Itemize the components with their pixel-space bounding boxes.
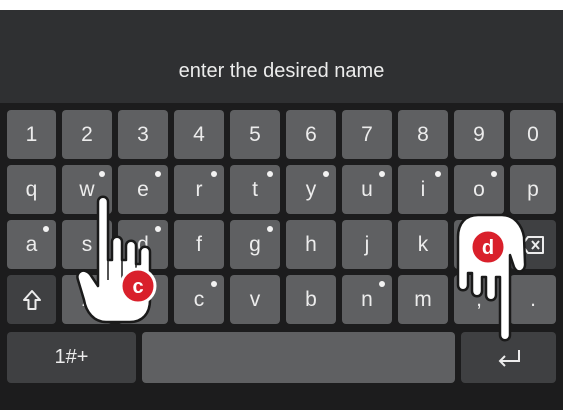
symbols-label: 1#+ (54, 346, 89, 368)
key-q[interactable]: q (7, 165, 56, 214)
hand-icon: c (76, 195, 157, 324)
key-label: o (473, 177, 485, 201)
accent-dot (267, 171, 273, 177)
accent-dot (323, 171, 329, 177)
key-label: i (420, 177, 426, 201)
key-u[interactable]: u (342, 165, 392, 214)
accent-dot (99, 171, 105, 177)
accent-dot (211, 171, 217, 177)
accent-dot (379, 171, 385, 177)
accent-dot (435, 171, 441, 177)
key-label: 6 (305, 122, 317, 146)
key-7[interactable]: 7 (342, 110, 392, 159)
space-key[interactable] (142, 332, 455, 383)
key-y[interactable]: y (286, 165, 336, 214)
key-label: f (196, 232, 202, 256)
accent-dot (267, 226, 273, 232)
key-label: t (252, 177, 258, 201)
key-m[interactable]: m (398, 275, 448, 324)
key-label: q (25, 177, 38, 201)
key-label: c (193, 287, 205, 311)
key-label: 3 (137, 122, 149, 146)
key-v[interactable]: v (230, 275, 280, 324)
key-k[interactable]: k (398, 220, 448, 269)
key-label: 5 (249, 122, 261, 146)
key-label: 8 (417, 122, 429, 146)
accent-dot (491, 171, 497, 177)
key-label: . (530, 287, 536, 311)
key-label: u (361, 177, 373, 201)
accent-dot (155, 171, 161, 177)
key-i[interactable]: i (398, 165, 448, 214)
pointing-hand-d: d (455, 205, 530, 385)
key-label: n (361, 287, 373, 311)
key-label: y (305, 177, 317, 201)
key-8[interactable]: 8 (398, 110, 448, 159)
key-3[interactable]: 3 (118, 110, 168, 159)
key-label: m (414, 287, 432, 311)
key-5[interactable]: 5 (230, 110, 280, 159)
key-2[interactable]: 2 (62, 110, 112, 159)
shift-key[interactable] (7, 275, 56, 324)
key-label: 9 (473, 122, 485, 146)
key-label: p (527, 177, 539, 201)
callout-c-label: c (132, 276, 143, 298)
key-h[interactable]: h (286, 220, 336, 269)
key-label: 4 (193, 122, 205, 146)
key-0[interactable]: 0 (510, 110, 556, 159)
key-4[interactable]: 4 (174, 110, 224, 159)
key-label: 2 (81, 122, 93, 146)
pointing-hand-c: c (72, 188, 182, 343)
key-label: h (305, 232, 317, 256)
key-label: j (364, 232, 370, 256)
key-label: a (25, 232, 38, 256)
key-label: v (249, 287, 261, 311)
key-label: 7 (361, 122, 373, 146)
screen: enter the desired name 1 2 3 4 5 6 7 8 9… (0, 0, 563, 419)
key-6[interactable]: 6 (286, 110, 336, 159)
key-label: 0 (527, 122, 539, 146)
accent-dot (211, 281, 217, 287)
key-n[interactable]: n (342, 275, 392, 324)
key-label: g (249, 232, 261, 256)
key-a[interactable]: a (7, 220, 56, 269)
key-9[interactable]: 9 (454, 110, 504, 159)
key-label: 1 (25, 122, 38, 146)
accent-dot (43, 226, 49, 232)
accent-dot (379, 281, 385, 287)
key-label: b (305, 287, 317, 311)
key-j[interactable]: j (342, 220, 392, 269)
hand-icon: d (456, 213, 527, 342)
key-1[interactable]: 1 (7, 110, 56, 159)
shift-icon (22, 289, 41, 310)
callout-d-label: d (482, 237, 494, 259)
key-t[interactable]: t (230, 165, 280, 214)
prompt-title: enter the desired name (178, 60, 385, 82)
key-b[interactable]: b (286, 275, 336, 324)
key-label: k (417, 232, 429, 256)
key-g[interactable]: g (230, 220, 280, 269)
key-label: r (195, 177, 203, 201)
